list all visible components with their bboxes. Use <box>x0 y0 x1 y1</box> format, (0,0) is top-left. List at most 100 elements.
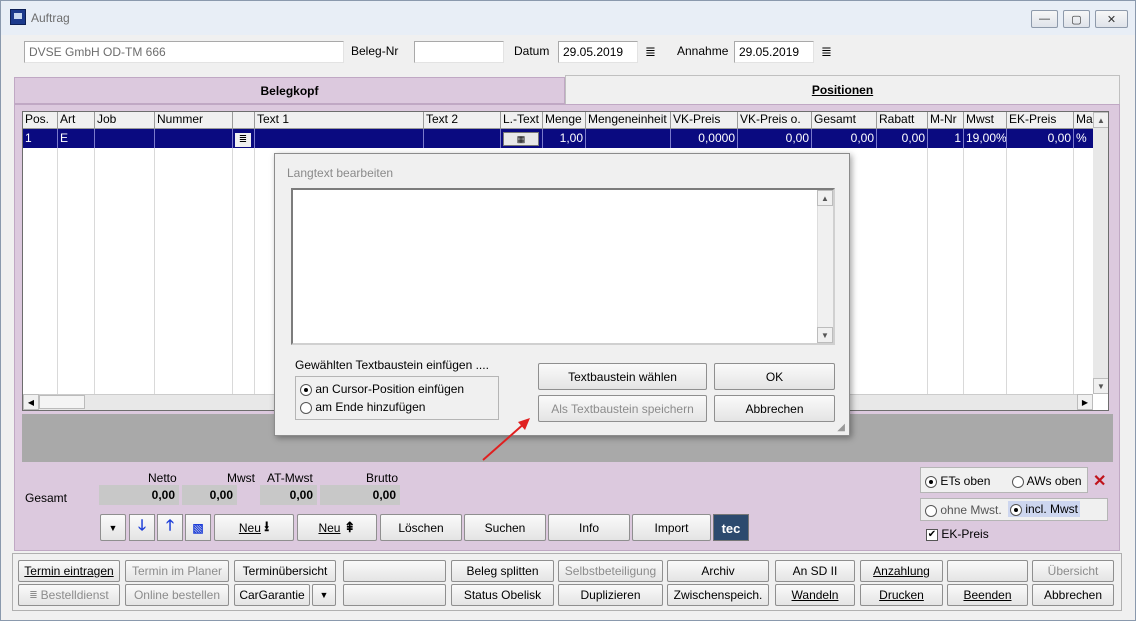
memo-scrollbar[interactable] <box>817 190 833 343</box>
status-obelisk-button[interactable]: Status Obelisk <box>451 584 554 606</box>
save-as-textbaustein-button[interactable]: Als Textbaustein speichern <box>538 395 707 422</box>
termin-eintragen-button[interactable]: Termin eintragen <box>18 560 120 582</box>
image-icon[interactable]: ▧ <box>185 514 211 541</box>
info-button[interactable]: Info <box>548 514 630 541</box>
termin-im-planer-button[interactable]: Termin im Planer <box>125 560 229 582</box>
langtext-textarea[interactable]: ▲ ▼ <box>291 188 835 345</box>
annahme-field[interactable]: 29.05.2019 <box>734 41 814 63</box>
cell-text1[interactable] <box>255 129 424 148</box>
cell-menge[interactable]: 1,00 <box>543 129 586 148</box>
maximize-button[interactable]: ▢ <box>1063 10 1090 28</box>
selbstbeteiligung-button[interactable]: Selbstbeteiligung <box>558 560 663 582</box>
beleg-splitten-button[interactable]: Beleg splitten <box>451 560 554 582</box>
duplizieren-button[interactable]: Duplizieren <box>558 584 663 606</box>
wandeln-button[interactable]: Wandeln <box>775 584 855 606</box>
scroll-up-arrow-icon[interactable]: ▲ <box>1093 112 1108 128</box>
datum-picker-icon[interactable]: ≣ <box>645 44 656 60</box>
minimize-button[interactable]: — <box>1031 10 1058 28</box>
ek-preis-checkbox[interactable]: ✔ EK-Preis <box>926 527 989 541</box>
col-header-ma[interactable]: Ma <box>1074 112 1094 129</box>
anzahlung-button[interactable]: Anzahlung <box>860 560 943 582</box>
tab-belegkopf[interactable]: Belegkopf <box>14 77 565 104</box>
cell-ltext[interactable]: ▦ <box>501 129 543 148</box>
radio-icon[interactable] <box>1012 475 1024 488</box>
choose-textbaustein-button[interactable]: Textbaustein wählen <box>538 363 707 390</box>
col-header-ekpreis[interactable]: EK-Preis <box>1007 112 1074 129</box>
drucken-button[interactable]: Drucken <box>860 584 943 606</box>
resize-grip-icon[interactable]: ◢ <box>837 422 845 433</box>
cell-ekpreis[interactable]: 0,00 <box>1007 129 1074 148</box>
neu-insert-button[interactable]: Neu ⇞ <box>297 514 377 541</box>
close-button[interactable]: ✕ <box>1095 10 1128 28</box>
col-header-mnr[interactable]: M-Nr <box>928 112 964 129</box>
radio-cursor-position[interactable]: an Cursor-Position einfügen <box>300 382 464 396</box>
beleg-nr-field[interactable] <box>414 41 504 63</box>
cell-rabatt[interactable]: 0,00 <box>877 129 928 148</box>
scroll-left-arrow-icon[interactable]: ◀ <box>23 394 39 410</box>
zwischenspeichern-button[interactable]: Zwischenspeich. <box>667 584 769 606</box>
cell-text2[interactable] <box>424 129 501 148</box>
cell-lookup[interactable]: ≣ <box>233 129 255 148</box>
abbrechen-button[interactable]: Abbrechen <box>1032 584 1114 606</box>
checkbox-checked-icon[interactable]: ✔ <box>926 528 938 541</box>
col-header-art[interactable]: Art <box>58 112 95 129</box>
annahme-picker-icon[interactable]: ≣ <box>821 44 832 60</box>
col-header-ltext[interactable]: L.-Text <box>501 112 543 129</box>
ok-button[interactable]: OK <box>714 363 835 390</box>
blank-button[interactable] <box>343 584 446 606</box>
col-header-text1[interactable]: Text 1 <box>255 112 424 129</box>
col-header-rabatt[interactable]: Rabatt <box>877 112 928 129</box>
cell-vkpreis-o[interactable]: 0,00 <box>738 129 812 148</box>
cargarantie-button[interactable]: CarGarantie <box>234 584 310 606</box>
col-header-blank[interactable] <box>233 112 255 129</box>
move-down-icon[interactable]: 🡓 <box>129 514 155 541</box>
cell-nummer[interactable] <box>155 129 233 148</box>
col-header-vkpreis-o[interactable]: VK-Preis o. <box>738 112 812 129</box>
col-header-vkpreis[interactable]: VK-Preis <box>671 112 738 129</box>
cell-job[interactable] <box>95 129 155 148</box>
neu-below-button[interactable]: Neu ⭳ <box>214 514 294 541</box>
cell-mengeneinheit[interactable] <box>586 129 671 148</box>
cell-gesamt[interactable]: 0,00 <box>812 129 877 148</box>
radio-icon[interactable] <box>300 401 312 414</box>
radio-append-end[interactable]: am Ende hinzufügen <box>300 400 425 414</box>
dropdown-arrow-icon[interactable]: ▼ <box>100 514 126 541</box>
col-header-pos[interactable]: Pos. <box>23 112 58 129</box>
disabled-logo-button[interactable] <box>343 560 446 582</box>
col-header-job[interactable]: Job <box>95 112 155 129</box>
scroll-right-arrow-icon[interactable]: ▶ <box>1077 394 1093 410</box>
loeschen-button[interactable]: Löschen <box>380 514 462 541</box>
list-icon[interactable]: ≣ <box>235 133 251 147</box>
cell-mnr[interactable]: 1 <box>928 129 964 148</box>
cell-pos[interactable]: 1 <box>23 129 58 148</box>
archiv-button[interactable]: Archiv <box>667 560 769 582</box>
radio-icon[interactable] <box>925 504 937 517</box>
cell-mwst[interactable]: 19,00% <box>964 129 1007 148</box>
close-x-icon[interactable]: ✕ <box>1093 471 1106 491</box>
col-header-menge[interactable]: Menge <box>543 112 586 129</box>
suchen-button[interactable]: Suchen <box>464 514 546 541</box>
online-bestellen-button[interactable]: Online bestellen <box>125 584 229 606</box>
beenden-button[interactable]: Beenden <box>947 584 1028 606</box>
cell-vkpreis[interactable]: 0,0000 <box>671 129 738 148</box>
vertical-scrollbar[interactable] <box>1093 112 1108 394</box>
radio-icon-selected[interactable] <box>1010 503 1022 516</box>
memo-scroll-up-icon[interactable]: ▲ <box>817 190 833 206</box>
radio-incl-mwst[interactable]: incl. Mwst <box>1008 501 1081 517</box>
radio-ets-oben[interactable]: ETs oben <box>925 474 990 488</box>
radio-icon-selected[interactable] <box>300 383 312 396</box>
col-header-text2[interactable]: Text 2 <box>424 112 501 129</box>
memo-scroll-down-icon[interactable]: ▼ <box>817 327 833 343</box>
scroll-down-arrow-icon[interactable]: ▼ <box>1093 378 1108 394</box>
bestelldienst-button[interactable]: ≣ Bestelldienst <box>18 584 120 606</box>
radio-aws-oben[interactable]: AWs oben <box>1012 474 1082 488</box>
col-header-nummer[interactable]: Nummer <box>155 112 233 129</box>
horizontal-scroll-thumb[interactable] <box>39 395 85 409</box>
tecdoc-logo-button[interactable]: tec <box>713 514 749 541</box>
datum-field[interactable]: 29.05.2019 <box>558 41 638 63</box>
terminuebersicht-button[interactable]: Terminübersicht <box>234 560 336 582</box>
uebersicht-button[interactable]: Übersicht <box>1032 560 1114 582</box>
dialog-cancel-button[interactable]: Abbrechen <box>714 395 835 422</box>
move-up-icon[interactable]: 🡑 <box>157 514 183 541</box>
an-sd-ii-button[interactable]: An SD II <box>775 560 855 582</box>
